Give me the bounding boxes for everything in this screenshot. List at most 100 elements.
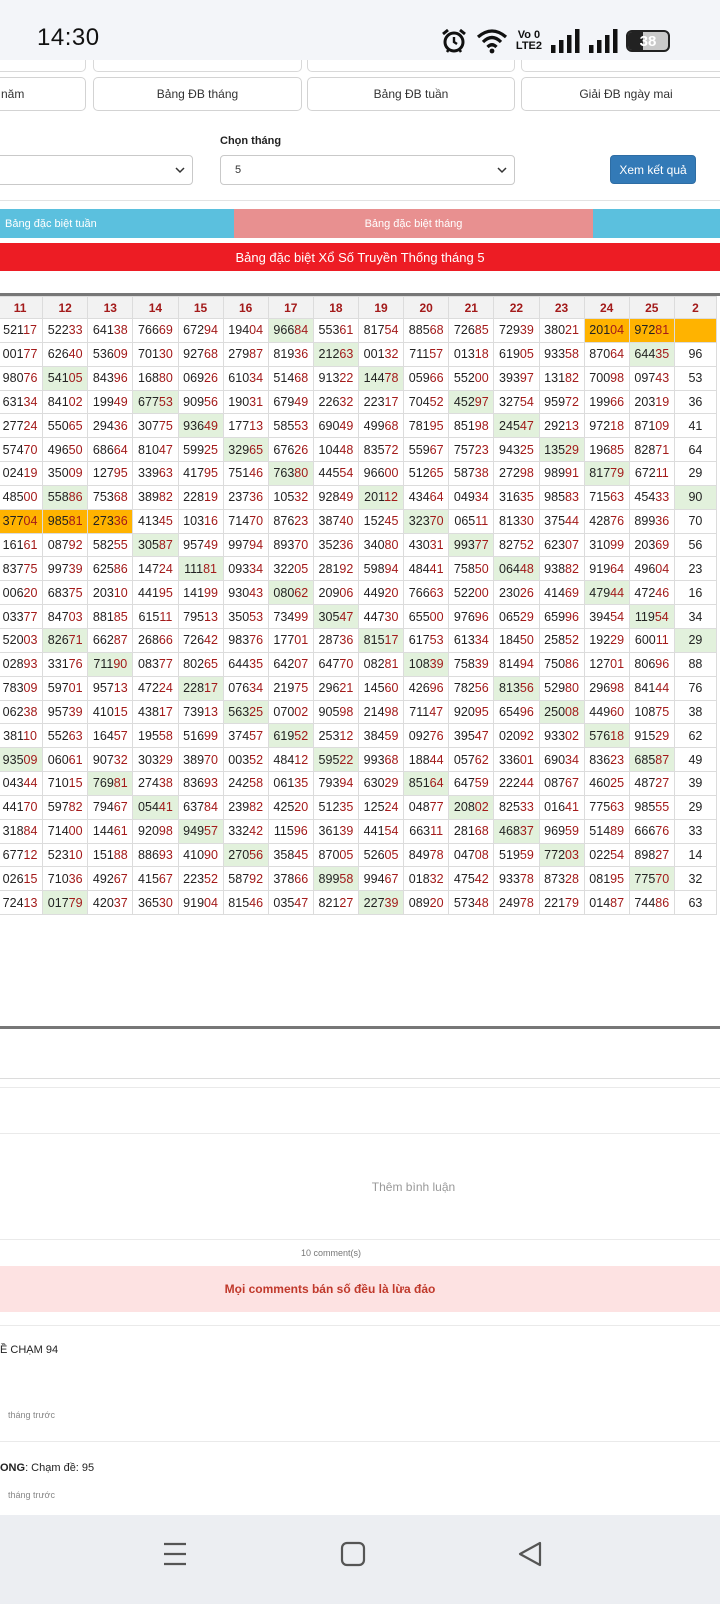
number-head: 523 [47,847,69,862]
number-tail: 26 [294,442,309,457]
result-cell: 94957 [177,818,224,844]
number-head: 223 [363,394,385,409]
month-select-value: 5 [235,164,242,176]
number-tail: 69 [158,323,173,338]
tab-week-special[interactable]: Bảng đặc biệt tuần [0,209,234,238]
result-cell: 99794 [222,532,269,558]
number-tail: 63 [429,585,444,600]
number-head: 212 [318,347,340,362]
nav-button-year[interactable]: năm [0,77,86,111]
number-head: 487 [634,776,656,791]
result-cell: 47542 [448,866,495,892]
number-head: 679 [273,394,295,409]
result-cell: 77570 [628,866,675,892]
number-head: 989 [544,466,566,481]
number-head: 711 [93,657,114,672]
number-head: 817 [363,323,385,338]
number-tail: 68 [429,323,444,338]
number-head: 060 [47,752,69,767]
number-tail: 92 [68,538,83,553]
result-cell: 55886 [42,484,89,510]
number-tail: 96 [565,609,579,624]
number-head: 430 [408,538,430,553]
results-table-container[interactable]: 11 12 13 14 15 16 17 18 19 20 21 22 23 24 25 2 52117 522… [0,293,720,1029]
number-tail: 35 [339,800,354,815]
number-head: 775 [589,800,611,815]
tab-extra[interactable] [593,209,720,238]
nav-button-tomorrow[interactable]: Giải ĐB ngày mai [521,77,720,111]
result-cell: 64435 [222,651,269,677]
month-select[interactable]: 5 [220,155,515,185]
comment-text: ONG: Chạm đề: 95 [0,1462,94,1474]
number-tail: 54 [610,609,625,624]
number-head: 340 [363,538,385,553]
number-head: 292 [544,418,566,433]
number-head: 957 [92,681,114,696]
result-cell: 06061 [42,747,89,773]
number-tail: 96 [655,657,670,672]
view-result-button[interactable]: Xem kết quả [610,155,696,184]
tab-month-special[interactable]: Bảng đặc biệt tháng [234,209,593,238]
number-tail: 54 [519,394,534,409]
number-tail: 05 [384,847,399,862]
number-tail: 36 [339,538,354,553]
number-tail: 30 [158,347,173,362]
number-tail: 44 [429,752,444,767]
result-cell: 96600 [357,461,405,486]
result-cell: 66676 [628,818,675,844]
number-head: 997 [47,561,69,576]
number-tail: 36 [113,418,128,433]
add-comment-link[interactable]: Thêm bình luận [0,1180,720,1194]
result-cell: 00177 [0,341,44,367]
result-cell: 70 [673,508,718,534]
comment-time: tháng trước [8,1490,55,1500]
number-head: 387 [318,514,340,529]
number-tail: 72 [565,394,579,409]
result-cell: 76981 [87,771,134,796]
number-tail: 43 [249,585,264,600]
number-head: 825 [499,800,520,815]
recent-apps-icon[interactable] [160,1539,190,1574]
nav-button-month-table[interactable]: Bảng ĐB tháng [93,77,302,111]
result-cell: 41015 [87,699,134,725]
number-tail: 68 [384,418,399,433]
result-cell: 14478 [357,365,405,391]
home-icon[interactable] [338,1539,368,1574]
result-cell: 43817 [132,699,179,725]
number-head: 339 [138,466,159,481]
result-cell: 29 [673,794,718,820]
result-cell: 51265 [403,461,450,486]
result-cell: 12701 [583,651,630,677]
result-cell: 78256 [448,675,495,701]
number-head: 630 [363,776,385,791]
number-tail: 17 [384,394,399,409]
result-cell: 83693 [177,771,224,796]
number-head: 310 [589,538,611,553]
number-head: 686 [92,442,114,457]
number-tail: 04 [610,323,625,338]
back-icon[interactable] [515,1539,545,1574]
number-head: 943 [499,442,520,457]
number-tail: 39 [429,657,444,672]
result-cell: 03377 [0,604,44,629]
number-tail: 43 [655,371,670,386]
result-cell: 79513 [177,604,224,629]
result-cell: 59894 [357,556,405,582]
result-cell: 31635 [493,484,540,510]
year-select[interactable] [0,155,193,185]
result-cell: 48441 [403,556,450,582]
nav-button-week-table[interactable]: Bảng ĐB tuần [307,77,515,111]
table-row: 72413 01779 42037 36530 91904 81546 03547 82127… [0,890,718,916]
result-cell: 90598 [312,699,360,725]
number-head: 739 [183,704,205,719]
number-head: 541 [47,371,69,386]
wifi-icon [476,28,508,54]
result-cell: 85164 [403,771,450,796]
number-tail: 85 [610,442,625,457]
number-head: 553 [318,323,340,338]
number-tail: 21 [565,323,579,338]
result-cell: 06135 [267,771,314,796]
number-head: 685 [634,752,656,767]
number-head: 228 [183,681,205,696]
result-cell: 52003 [0,627,44,653]
